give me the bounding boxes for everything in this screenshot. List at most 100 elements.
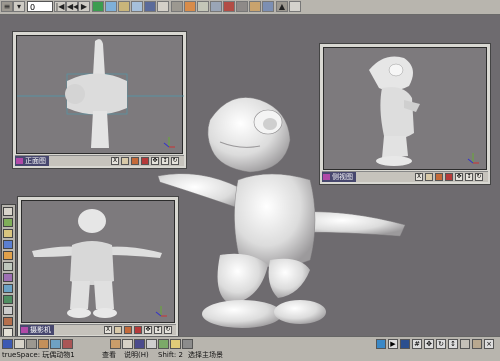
front-rotate-icon[interactable]: ↻ bbox=[171, 157, 179, 165]
play-button[interactable]: ▶ bbox=[78, 1, 90, 12]
first-frame-button[interactable]: |◀ bbox=[54, 1, 66, 12]
rotate-view-icon[interactable] bbox=[118, 1, 130, 12]
bottom-tool-icon[interactable] bbox=[158, 339, 169, 349]
up-arrow-icon[interactable]: ▲ bbox=[276, 1, 288, 12]
zoom-view-icon[interactable] bbox=[131, 1, 143, 12]
bottom-tool-icon[interactable] bbox=[122, 339, 133, 349]
side-close-button[interactable]: X bbox=[415, 173, 423, 181]
camera-light-icon[interactable] bbox=[134, 326, 142, 334]
front-viewport[interactable]: 正面图 X ✥ ↕ ↻ bbox=[12, 31, 187, 169]
rewind-button[interactable]: ◀◀ bbox=[66, 1, 79, 12]
camera-viewport-bar: 摄影机 X ✥ ↕ ↻ bbox=[20, 324, 176, 335]
side-viewport[interactable]: 侧视图 X ✥ ↕ ↻ bbox=[319, 43, 491, 185]
camera-icon[interactable] bbox=[472, 339, 482, 349]
tool-icon[interactable] bbox=[3, 240, 13, 249]
bottom-tool-icon[interactable] bbox=[2, 339, 13, 349]
camera-viewport-label: 摄影机 bbox=[20, 325, 54, 335]
camera-axis-gizmo-icon bbox=[155, 306, 167, 317]
frame-number-field[interactable]: 0 bbox=[27, 1, 53, 12]
menu-view[interactable]: 查看 bbox=[102, 350, 116, 360]
grid-icon[interactable] bbox=[144, 1, 156, 12]
side-zoom-icon[interactable]: ↕ bbox=[465, 173, 473, 181]
view-icon[interactable] bbox=[460, 339, 470, 349]
front-viewport-canvas[interactable] bbox=[16, 35, 184, 154]
tool-icon[interactable] bbox=[3, 262, 13, 271]
bottom-tool-icon[interactable] bbox=[110, 339, 121, 349]
front-model-render bbox=[17, 39, 184, 148]
side-viewport-canvas[interactable] bbox=[323, 47, 487, 170]
view-icon bbox=[16, 158, 23, 164]
bottom-tool-icon[interactable] bbox=[182, 339, 193, 349]
front-viewport-label: 正面图 bbox=[15, 156, 49, 166]
front-close-button[interactable]: X bbox=[111, 157, 119, 165]
tool-icon[interactable] bbox=[3, 273, 13, 282]
tool-icon[interactable] bbox=[3, 229, 13, 238]
camera-render-icon[interactable] bbox=[124, 326, 132, 334]
select-icon[interactable] bbox=[3, 207, 13, 216]
front-light-icon[interactable] bbox=[141, 157, 149, 165]
status-message: 选择主场景 bbox=[188, 351, 223, 359]
front-pan-icon[interactable]: ✥ bbox=[151, 157, 159, 165]
material-icon[interactable] bbox=[289, 1, 301, 12]
layout-icon[interactable] bbox=[157, 1, 169, 12]
nav-icon[interactable] bbox=[376, 339, 386, 349]
dropdown-icon[interactable]: ▾ bbox=[13, 1, 25, 12]
boolean-icon[interactable] bbox=[223, 1, 235, 12]
side-viewport-bar: 侧视图 X ✥ ↕ ↻ bbox=[322, 171, 488, 182]
object-tool-icon[interactable] bbox=[92, 1, 104, 12]
grid-toggle-icon[interactable]: # bbox=[412, 339, 422, 349]
front-viewport-bar: 正面图 X ✥ ↕ ↻ bbox=[15, 155, 184, 166]
sweep-icon[interactable] bbox=[210, 1, 222, 12]
lathe-icon[interactable] bbox=[236, 1, 248, 12]
nav-icon[interactable] bbox=[400, 339, 410, 349]
menu-icon[interactable]: ≡ bbox=[1, 1, 13, 12]
pan-icon[interactable]: ✥ bbox=[424, 339, 434, 349]
bottom-tool-icon[interactable] bbox=[26, 339, 37, 349]
tool-icon[interactable] bbox=[3, 317, 13, 326]
tool-icon[interactable] bbox=[3, 218, 13, 227]
close-icon[interactable]: × bbox=[484, 339, 494, 349]
tool-icon[interactable] bbox=[3, 295, 13, 304]
camera-close-button[interactable]: X bbox=[104, 326, 112, 334]
nav-icon[interactable]: ▶ bbox=[388, 339, 398, 349]
shift-hint: Shift: 2 bbox=[158, 351, 183, 359]
camera-viewport[interactable]: 摄影机 X ✥ ↕ ↻ bbox=[17, 196, 179, 338]
navigate-icon[interactable] bbox=[171, 1, 183, 12]
bottom-tool-icon[interactable] bbox=[50, 339, 61, 349]
view-icon bbox=[323, 174, 330, 180]
eye-move-icon[interactable] bbox=[105, 1, 117, 12]
deform-icon[interactable] bbox=[197, 1, 209, 12]
bottom-tool-icon[interactable] bbox=[146, 339, 157, 349]
tool-icon[interactable] bbox=[3, 251, 13, 260]
side-camera-icon[interactable] bbox=[425, 173, 433, 181]
status-bar: ▶ # ✥ ↻ ↕ × trueSpace: 玩偶动物1 查看 说明(H) Sh… bbox=[0, 336, 500, 361]
front-camera-icon[interactable] bbox=[121, 157, 129, 165]
camera-rotate-icon[interactable]: ↻ bbox=[164, 326, 172, 334]
camera-zoom-icon[interactable]: ↕ bbox=[154, 326, 162, 334]
side-viewport-label: 侧视图 bbox=[322, 172, 356, 182]
menu-help[interactable]: 说明(H) bbox=[124, 350, 149, 360]
view-icon bbox=[21, 327, 28, 333]
light-icon[interactable] bbox=[262, 1, 274, 12]
camera-pan-icon[interactable]: ✥ bbox=[144, 326, 152, 334]
side-light-icon[interactable] bbox=[445, 173, 453, 181]
front-zoom-icon[interactable]: ↕ bbox=[161, 157, 169, 165]
side-render-icon[interactable] bbox=[435, 173, 443, 181]
bottom-tool-icon[interactable] bbox=[62, 339, 73, 349]
side-axis-gizmo-icon bbox=[467, 153, 479, 164]
render-icon[interactable] bbox=[249, 1, 261, 12]
tool-icon[interactable] bbox=[3, 306, 13, 315]
side-pan-icon[interactable]: ✥ bbox=[455, 173, 463, 181]
bottom-tool-icon[interactable] bbox=[38, 339, 49, 349]
bottom-tool-icon[interactable] bbox=[134, 339, 145, 349]
bottom-tool-icon[interactable] bbox=[170, 339, 181, 349]
zoom-icon[interactable]: ↕ bbox=[448, 339, 458, 349]
paint-icon[interactable] bbox=[184, 1, 196, 12]
side-rotate-icon[interactable]: ↻ bbox=[475, 173, 483, 181]
rotate-icon[interactable]: ↻ bbox=[436, 339, 446, 349]
tool-icon[interactable] bbox=[3, 284, 13, 293]
front-render-icon[interactable] bbox=[131, 157, 139, 165]
camera-viewport-canvas[interactable] bbox=[21, 200, 175, 323]
camera-camera-icon[interactable] bbox=[114, 326, 122, 334]
bottom-tool-icon[interactable] bbox=[14, 339, 25, 349]
